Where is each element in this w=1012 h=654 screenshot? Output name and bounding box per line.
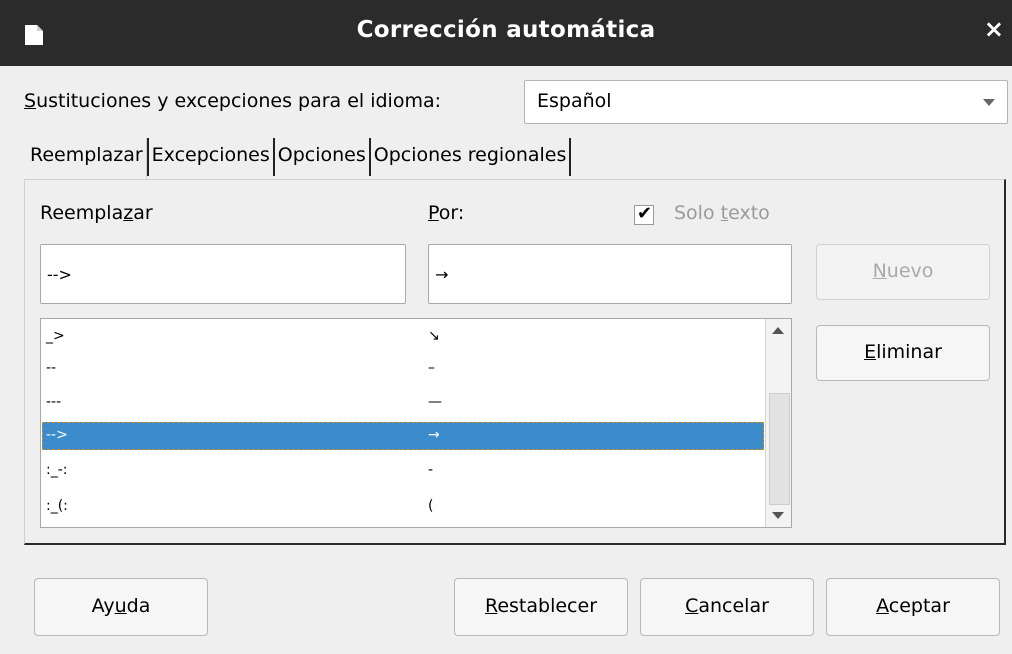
checkmark-icon: ✔ — [637, 203, 653, 224]
table-row[interactable]: -- – — [42, 355, 764, 383]
replacement-table[interactable]: _> ↘ -- – --- — --> → :_-: - :_(: ( — [40, 318, 792, 528]
with-input-value: → — [435, 265, 449, 284]
language-selected-value: Español — [537, 90, 612, 112]
replace-cell: :_-: — [46, 462, 68, 478]
scrollbar-thumb[interactable] — [769, 393, 790, 505]
tab-bar: Reemplazar Excepciones Opciones Opciones… — [24, 138, 572, 180]
table-row-selected[interactable]: --> → — [42, 422, 764, 450]
close-icon[interactable]: × — [984, 15, 1004, 43]
table-row[interactable]: :_-: - — [42, 457, 764, 485]
table-row[interactable]: _> ↘ — [42, 323, 764, 351]
with-label: Por: — [428, 202, 465, 224]
replace-input[interactable]: --> — [40, 244, 406, 304]
tab-opciones[interactable]: Opciones — [275, 138, 371, 176]
with-input[interactable]: → — [428, 244, 792, 304]
autocorrect-dialog: Corrección automática × Sustituciones y … — [0, 0, 1012, 654]
vertical-scrollbar[interactable] — [765, 319, 791, 527]
chevron-down-icon — [983, 99, 995, 106]
window-title: Corrección automática — [356, 17, 656, 43]
with-cell: ↘ — [428, 328, 440, 344]
with-cell: - — [428, 462, 434, 478]
language-select[interactable]: Español — [524, 80, 1008, 124]
tab-reemplazar[interactable]: Reemplazar — [24, 138, 147, 180]
tab-opciones-regionales[interactable]: Opciones regionales — [371, 138, 572, 176]
text-only-label: Solo texto — [674, 202, 770, 224]
replace-cell: --- — [46, 394, 62, 410]
replace-cell: :_(: — [46, 498, 68, 514]
replace-input-value: --> — [47, 265, 72, 284]
title-bar: Corrección automática × — [0, 0, 1012, 66]
tab-excepciones[interactable]: Excepciones — [146, 138, 275, 176]
replace-cell: --> — [46, 427, 68, 443]
replace-label: Reemplazar — [40, 202, 153, 224]
with-cell: — — [428, 394, 442, 410]
language-label: Sustituciones y excepciones para el idio… — [24, 90, 442, 112]
replace-cell: _> — [46, 328, 65, 344]
new-button[interactable]: Nuevo — [816, 244, 990, 300]
with-cell: ( — [428, 498, 434, 514]
text-only-checkbox[interactable]: ✔ — [634, 203, 654, 225]
table-row[interactable]: --- — — [42, 389, 764, 417]
delete-button[interactable]: Eliminar — [816, 325, 990, 381]
with-cell: – — [428, 360, 435, 376]
help-button[interactable]: Ayuda — [34, 578, 208, 636]
reset-button[interactable]: Restablecer — [454, 578, 628, 636]
scroll-down-icon[interactable] — [772, 512, 784, 519]
table-row[interactable]: :_(: ( — [42, 493, 764, 521]
replace-cell: -- — [46, 360, 57, 376]
scroll-up-icon[interactable] — [772, 327, 784, 334]
with-cell: → — [428, 427, 440, 443]
ok-button[interactable]: Aceptar — [826, 578, 1000, 636]
cancel-button[interactable]: Cancelar — [640, 578, 814, 636]
